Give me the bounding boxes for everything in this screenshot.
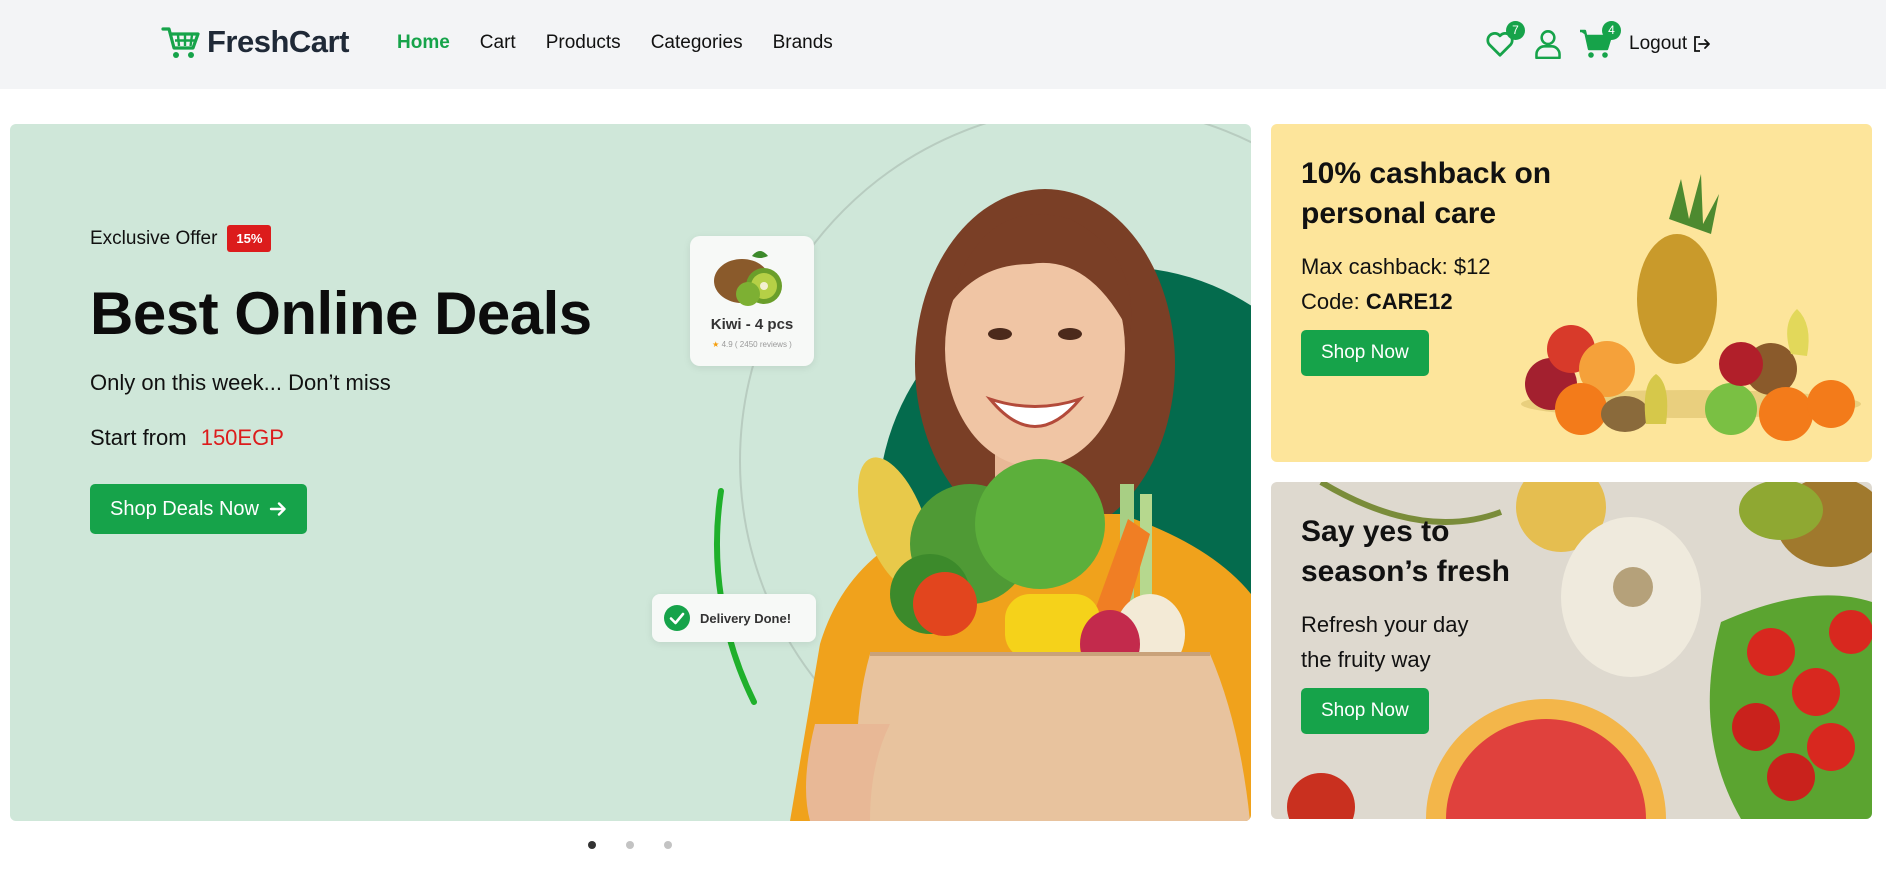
discount-badge: 15% (227, 225, 272, 252)
code-label: Code: (1301, 289, 1360, 314)
cashback-code: Code: CARE12 (1301, 289, 1453, 315)
offer-label: Exclusive Offer (90, 227, 218, 249)
kiwi-rating: ★ 4.9 ( 2450 reviews ) (690, 340, 814, 349)
shopping-cart-logo-icon (161, 27, 200, 58)
kiwi-rating-value: 4.9 (721, 340, 733, 349)
season-title-line1: Say yes to (1301, 515, 1450, 548)
carousel-dot-2[interactable] (626, 841, 634, 849)
hero-woman-groceries-image (714, 124, 1251, 821)
logout-label: Logout (1629, 33, 1688, 54)
cashback-shop-now-button[interactable]: Shop Now (1301, 330, 1429, 376)
delivery-status-card: Delivery Done! (652, 594, 816, 642)
season-line2: the fruity way (1301, 647, 1431, 672)
kiwi-name: Kiwi - 4 pcs (710, 316, 794, 333)
shop-deals-button[interactable]: Shop Deals Now (90, 484, 307, 534)
kiwi-review-count: ( 2450 reviews ) (734, 340, 792, 349)
star-icon: ★ (712, 340, 720, 349)
wishlist-button[interactable]: 7 (1483, 21, 1525, 61)
product-card-kiwi[interactable]: Kiwi - 4 pcs ★ 4.9 ( 2450 reviews ) (690, 236, 814, 366)
user-icon (1535, 30, 1561, 59)
logout-icon (1694, 36, 1711, 52)
exclusive-offer: Exclusive Offer 15% (90, 225, 272, 252)
cashback-title-line2: personal care (1301, 197, 1497, 230)
code-value: CARE12 (1365, 289, 1453, 314)
hero-price: Start from 150EGP (90, 425, 284, 451)
nav-link-cart[interactable]: Cart (480, 32, 516, 54)
price-amount: 150EGP (200, 425, 284, 450)
check-circle-icon (664, 605, 690, 631)
season-title-line2: season’s fresh (1301, 555, 1510, 588)
wishlist-count-badge: 7 (1506, 21, 1525, 40)
cashback-title-line1: 10% cashback on (1301, 157, 1552, 190)
hero-title: Best Online Deals (90, 280, 592, 347)
nav-link-brands[interactable]: Brands (773, 32, 833, 54)
cart-button[interactable]: 4 (1579, 21, 1621, 61)
kiwi-image (714, 251, 782, 306)
arrow-right-icon (269, 502, 286, 516)
delivery-text: Delivery Done! (700, 610, 792, 626)
nav-link-home[interactable]: Home (397, 32, 450, 54)
carousel-dot-3[interactable] (664, 841, 672, 849)
carousel-dot-1[interactable] (588, 841, 596, 849)
season-line1: Refresh your day (1301, 612, 1469, 637)
shop-deals-label: Shop Deals Now (110, 497, 259, 520)
hero-banner: Exclusive Offer 15% Best Online Deals On… (10, 124, 1251, 821)
logout-button[interactable]: Logout (1629, 33, 1711, 55)
carousel-dots (588, 841, 672, 849)
nav-link-products[interactable]: Products (546, 32, 621, 54)
navbar: FreshCart Home Cart Products Categories … (0, 0, 1886, 89)
nav-links: Home Cart Products Categories Brands (397, 32, 833, 54)
nav-actions: 7 4 Logout (1483, 20, 1711, 68)
cashback-max: Max cashback: $12 (1301, 254, 1491, 279)
cart-count-badge: 4 (1602, 21, 1621, 40)
season-shop-now-button[interactable]: Shop Now (1301, 688, 1429, 734)
promo-banner-cashback: 10% cashback on personal care Max cashba… (1271, 124, 1872, 462)
profile-button[interactable] (1531, 27, 1565, 61)
hero-subtitle: Only on this week... Don’t miss (90, 370, 391, 395)
nav-link-categories[interactable]: Categories (651, 32, 743, 54)
promo-banner-season: Say yes to season’s fresh Refresh your d… (1271, 482, 1872, 819)
brand-logo[interactable]: FreshCart (161, 24, 349, 60)
brand-name: FreshCart (207, 24, 349, 59)
price-prefix: Start from (90, 425, 187, 450)
